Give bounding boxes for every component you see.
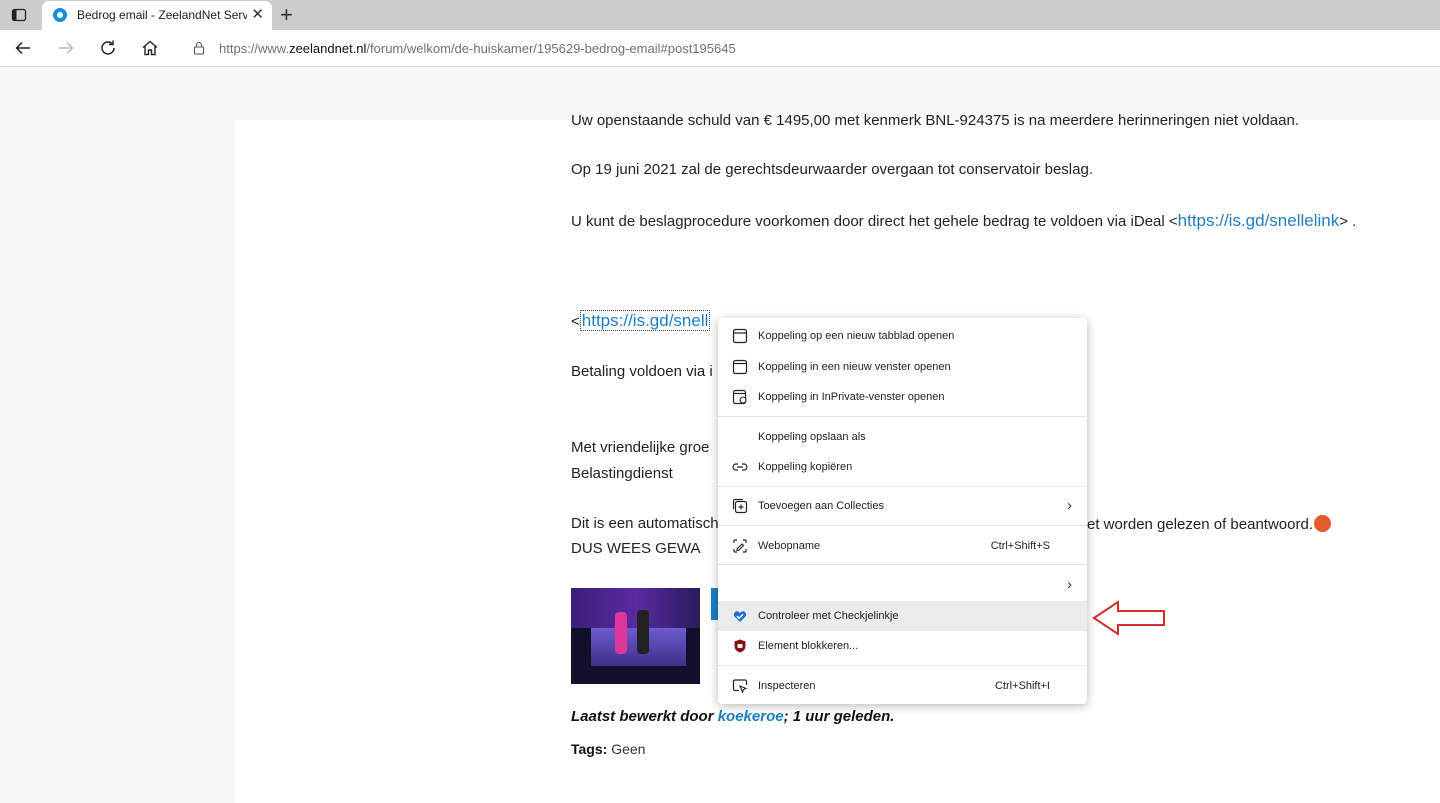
menu-label: Koppeling opslaan als <box>758 431 866 443</box>
tags-value: Geen <box>607 741 646 757</box>
inprivate-icon <box>732 389 748 405</box>
thumbnail-lights <box>571 588 700 628</box>
red-arrow-annotation <box>1092 600 1168 641</box>
menu-label: Controleer met Checkjelinkje <box>758 610 899 622</box>
auto-post-text: et worden gelezen of beantwoord. <box>1087 516 1313 533</box>
lock-icon[interactable] <box>192 41 206 55</box>
tab-title: Bedrog email - ZeelandNet Servi <box>77 8 247 22</box>
new-tab-icon <box>732 328 748 344</box>
back-icon[interactable] <box>11 36 35 60</box>
refresh-icon[interactable] <box>96 36 120 60</box>
forward-icon[interactable] <box>54 36 78 60</box>
post-line-link: < https://is.gd/snell <box>571 310 711 331</box>
home-icon[interactable] <box>138 36 162 60</box>
url-host: zeelandnet.nl <box>289 41 367 56</box>
post-tags: Tags: Geen <box>571 741 645 757</box>
chevron-right-icon: › <box>1067 576 1072 593</box>
menu-block-element[interactable]: Element blokkeren... <box>718 631 1087 661</box>
url-text: https://www.zeelandnet.nl/forum/welkom/d… <box>219 41 736 56</box>
edited-user-link[interactable]: koekeroe <box>718 708 784 725</box>
post-line-afzender: Belastingdienst <box>571 465 673 482</box>
ideal-text-pre: U kunt de beslagprocedure voorkomen door… <box>571 213 1178 230</box>
snellelink-link[interactable]: https://is.gd/snellelink <box>1178 211 1340 230</box>
edited-info: Laatst bewerkt door koekeroe; 1 uur gele… <box>571 708 894 725</box>
tab-strip: Bedrog email - ZeelandNet Servi ✕ + <box>0 0 1440 31</box>
post-line-groet: Met vriendelijke groe <box>571 439 710 456</box>
link-bracket: < <box>571 313 580 330</box>
post-line-beslag: Op 19 juni 2021 zal de gerechtsdeurwaard… <box>571 161 1093 178</box>
menu-separator <box>718 564 1087 565</box>
browser-tab[interactable]: Bedrog email - ZeelandNet Servi ✕ <box>42 1 272 31</box>
menu-label: Koppeling in InPrivate-venster openen <box>758 391 945 403</box>
new-window-icon <box>732 359 748 375</box>
post-line-auto-post: et worden gelezen of beantwoord. <box>1087 515 1331 533</box>
angry-emoji-icon <box>1314 515 1331 532</box>
thumbnail-player-pink <box>615 612 627 654</box>
menu-open-new-tab[interactable]: Koppeling op een nieuw tabblad openen <box>718 321 1087 351</box>
close-tab-icon[interactable]: ✕ <box>251 5 264 23</box>
post-line-ideal: U kunt de beslagprocedure voorkomen door… <box>571 211 1356 231</box>
darts-video-thumbnail[interactable] <box>571 588 700 684</box>
menu-open-inprivate[interactable]: Koppeling in InPrivate-venster openen <box>718 382 1087 412</box>
collections-icon <box>732 498 748 514</box>
menu-label: Toevoegen aan Collecties <box>758 500 884 512</box>
snellelink-link-selected[interactable]: https://is.gd/snell <box>579 310 711 331</box>
post-line-betaling: Betaling voldoen via i <box>571 363 713 380</box>
menu-inspect[interactable]: Inspecteren Ctrl+Shift+I <box>718 671 1087 701</box>
favicon-icon <box>53 8 67 22</box>
tags-label: Tags: <box>571 741 608 757</box>
menu-shortcut: Ctrl+Shift+S <box>990 540 1050 552</box>
chevron-right-icon: › <box>1067 497 1072 514</box>
menu-label: Koppeling in een nieuw venster openen <box>758 361 951 373</box>
checkjelinkje-heart-icon <box>732 608 748 624</box>
menu-label: Koppeling kopiëren <box>758 461 853 473</box>
menu-label: Webopname <box>758 540 821 552</box>
menu-separator <box>718 525 1087 526</box>
post-line-auto-pre: Dit is een automatisch <box>571 515 719 532</box>
menu-separator <box>718 486 1087 487</box>
menu-copy-link[interactable]: Koppeling kopiëren <box>718 452 1087 482</box>
inspect-icon <box>732 678 748 694</box>
edited-prefix: Laatst bewerkt door <box>571 708 718 725</box>
thumbnail-player-dark <box>637 610 649 654</box>
link-icon <box>732 459 748 475</box>
menu-web-capture[interactable]: Webopname Ctrl+Shift+S <box>718 531 1087 561</box>
url-path: /forum/welkom/de-huiskamer/195629-bedrog… <box>366 41 736 56</box>
edited-suffix: ; 1 uur geleden. <box>783 708 895 725</box>
menu-submenu-empty[interactable]: › <box>718 570 1087 600</box>
post-line-schuld: Uw openstaande schuld van € 1495,00 met … <box>571 112 1299 129</box>
menu-check-checkjelinkje[interactable]: Controleer met Checkjelinkje <box>718 601 1087 631</box>
web-capture-icon <box>732 538 748 554</box>
menu-separator <box>718 665 1087 666</box>
menu-add-to-collections[interactable]: Toevoegen aan Collecties › <box>718 491 1087 521</box>
url-prefix: https://www. <box>219 41 290 56</box>
menu-separator <box>718 416 1087 417</box>
ideal-text-post: > . <box>1339 213 1357 230</box>
post-line-warning: DUS WEES GEWA <box>571 540 701 557</box>
menu-open-new-window[interactable]: Koppeling in een nieuw venster openen <box>718 352 1087 382</box>
menu-label: Inspecteren <box>758 680 816 692</box>
menu-label: Koppeling op een nieuw tabblad openen <box>758 330 955 342</box>
menu-label: Element blokkeren... <box>758 640 859 652</box>
tab-actions-icon[interactable] <box>10 6 28 24</box>
browser-toolbar: https://www.zeelandnet.nl/forum/welkom/d… <box>0 30 1440 67</box>
menu-save-link[interactable]: Koppeling opslaan als <box>718 422 1087 452</box>
new-tab-button[interactable]: + <box>280 2 293 28</box>
ublock-shield-icon <box>732 638 748 654</box>
context-menu: Koppeling op een nieuw tabblad openen Ko… <box>718 318 1087 704</box>
menu-shortcut: Ctrl+Shift+I <box>994 680 1050 692</box>
address-bar[interactable]: https://www.zeelandnet.nl/forum/welkom/d… <box>178 33 1440 63</box>
